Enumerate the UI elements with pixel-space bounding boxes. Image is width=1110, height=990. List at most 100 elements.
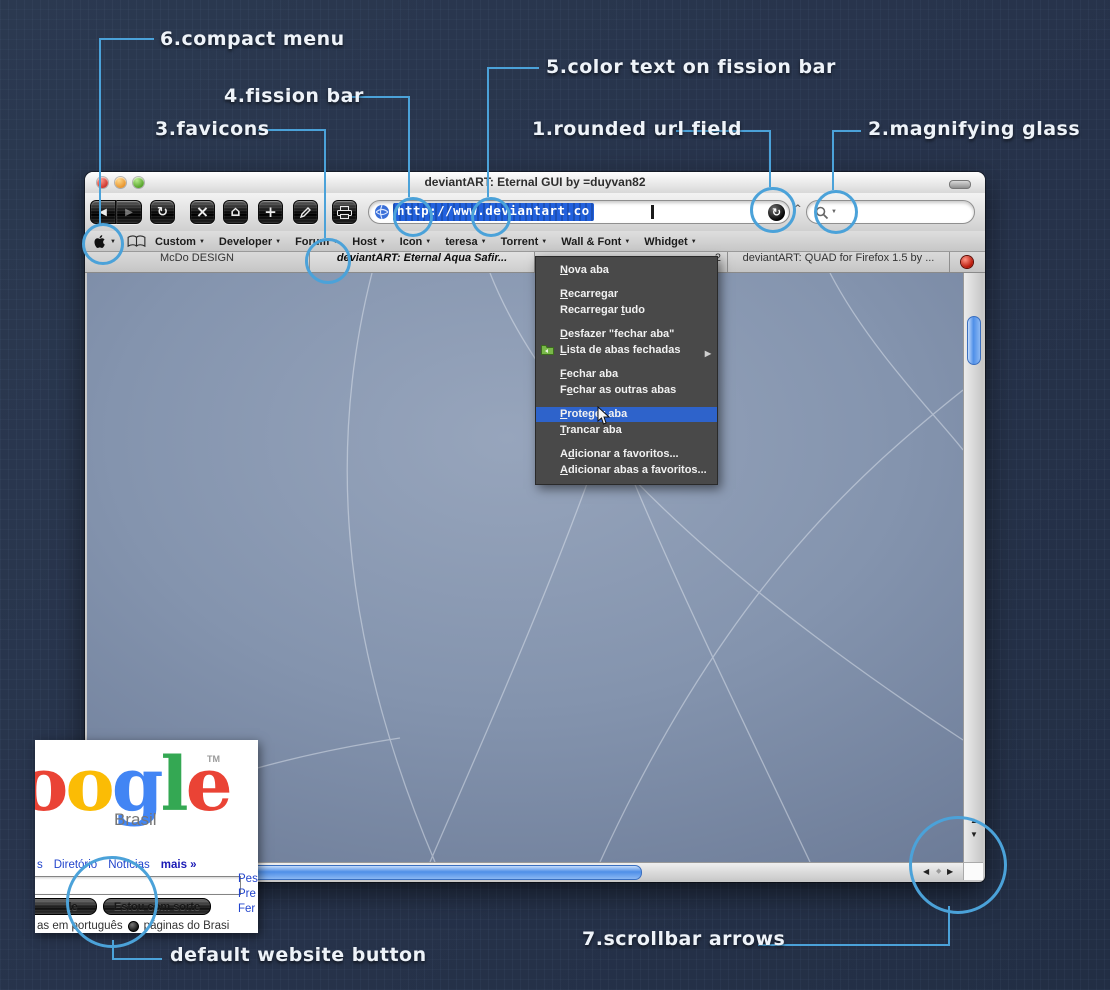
bookmark-torrent[interactable]: Torrent▼ [501,236,548,248]
closed-tabs-folder-icon [541,344,554,356]
chevron-down-icon: ▼ [691,239,697,245]
new-tab-button[interactable]: + [258,200,283,224]
tab-bar-end-box [950,252,985,272]
showcase-stage: 6.compact menu 4.fission bar 3.favicons … [0,0,1110,990]
callout-compact-menu: 6.compact menu [160,28,345,50]
side-link-ferramentas[interactable]: Fer [238,903,255,915]
bookmark-icon-folder[interactable]: Icon▼ [400,236,432,248]
menu-item-proteger-aba-highlighted[interactable]: Proteger aba [536,407,717,422]
menu-item-recarregar-tudo[interactable]: Recarregar tudo [536,303,717,318]
logo-letter: l [160,742,185,828]
tab-label: McDo DESIGN [160,252,234,264]
link-mais[interactable]: mais » [161,859,197,871]
vertical-scrollbar[interactable]: ▲ ▼ [963,273,983,862]
forward-button[interactable]: ▶ [116,200,142,224]
stop-button[interactable]: × [190,200,215,224]
bookmark-wall-font[interactable]: Wall & Font▼ [561,236,630,248]
bookmark-developer[interactable]: Developer▼ [219,236,281,248]
callout-rounded-url: 1.rounded url field [532,118,742,140]
side-link-preferencias[interactable]: Pre [238,888,256,900]
chevron-down-icon: ▼ [425,239,431,245]
callout-line [758,944,950,946]
callout-line [100,38,154,40]
callout-circle-color-text [471,197,511,237]
print-button[interactable] [332,200,357,224]
bookmark-label: Torrent [501,236,539,248]
chevron-down-icon: ▼ [624,239,630,245]
edit-button[interactable] [293,200,318,224]
callout-line [408,96,410,197]
logo-letter: o [65,742,111,828]
title-bar[interactable]: deviantART: Eternal GUI by =duyvan82 [85,172,985,193]
callout-circle-favicons [305,238,351,284]
logo-letter: o [35,742,65,828]
callout-line [324,129,326,238]
brasil-label: Brasil [114,810,157,830]
mouse-cursor [597,406,611,426]
callout-circle-magnifying-glass [814,190,858,234]
callout-circle-fission-bar [393,197,433,237]
plus-icon: + [264,203,277,221]
text-caret [651,205,654,219]
bookmark-whidget[interactable]: Whidget ▼ [644,236,696,248]
side-link-pesquisa[interactable]: Pes [238,873,258,885]
callout-line [769,130,771,187]
callout-favicons: 3.favicons [155,118,270,140]
toolbar-toggle-lozenge[interactable] [949,180,971,189]
bookmark-custom[interactable]: Custom▼ [155,236,205,248]
submenu-arrow-icon: ▶ [705,346,711,361]
home-button[interactable]: ⌂ [223,200,248,224]
chevron-down-icon: ▼ [481,239,487,245]
menu-item-fechar-outras-abas[interactable]: Fechar as outras abas [536,383,717,398]
menu-item-desfazer-fechar-aba[interactable]: Desfazer "fechar aba" [536,327,717,342]
bookmark-label: Icon [400,236,423,248]
bookmark-items: Custom▼ Developer▼ Forum▼ Host▼ Icon▼ te… [155,231,697,252]
callout-magnifying-glass: 2.magnifying glass [868,118,1080,140]
bookmarks-book-icon[interactable] [127,235,146,248]
radio-label-brasil[interactable]: páginas do Brasi [144,920,230,932]
vertical-scroll-thumb[interactable] [967,316,981,365]
callout-line [833,130,861,132]
bookmark-label: Developer [219,236,272,248]
menu-item-adicionar-abas-favoritos[interactable]: Adicionar abas a favoritos... [536,463,717,478]
menu-item-trancar-aba[interactable]: Trancar aba [536,423,717,438]
menu-item-adicionar-favoritos[interactable]: Adicionar a favoritos... [536,447,717,462]
trademark-label: TM [207,754,220,764]
bookmark-label: Wall & Font [561,236,621,248]
tab-context-menu: Nova aba Recarregar Recarregar tudo Desf… [535,256,718,485]
callout-circle-default-website [66,856,158,948]
callout-line [99,38,101,224]
tab-label: deviantART: Eternal Aqua Safir... [337,252,507,264]
chevron-down-icon: ▼ [199,239,205,245]
forward-icon: ▶ [125,207,133,218]
reload-icon: ↻ [157,205,168,220]
close-tab-red-icon[interactable] [961,256,973,268]
menu-item-nova-aba[interactable]: Nova aba [536,263,717,278]
chevron-down-icon: ▼ [541,239,547,245]
bookmark-label: Custom [155,236,196,248]
bookmark-host[interactable]: Host▼ [352,236,385,248]
callout-line [487,67,489,197]
pencil-icon [299,206,312,219]
callout-color-text: 5.color text on fission bar [546,56,836,78]
menu-item-fechar-aba[interactable]: Fechar aba [536,367,717,382]
bookmark-label: Host [352,236,376,248]
bookmark-teresa[interactable]: teresa ▼ [445,236,486,248]
callout-line [487,67,539,69]
menu-item-recarregar[interactable]: Recarregar [536,287,717,302]
stop-icon: × [196,202,209,221]
callout-line [832,130,834,190]
printer-icon [337,206,352,219]
link-fragment[interactable]: s [37,859,43,871]
callout-circle-compact-menu [82,223,124,265]
menu-item-lista-abas-fechadas[interactable]: Lista de abas fechadas ▶ [536,343,717,358]
tab-quad-firefox[interactable]: deviantART: QUAD for Firefox 1.5 by ... [728,252,950,272]
bookmark-label: teresa [445,236,477,248]
bookmark-label: Whidget [644,236,687,248]
reload-button[interactable]: ↻ [150,200,175,224]
callout-default-website: default website button [170,944,427,966]
back-button[interactable]: ◀ [90,200,116,224]
bookmarks-toolbar: ▼ Custom▼ Developer▼ Forum▼ Host▼ Icon▼ … [85,231,985,252]
window-title: deviantART: Eternal GUI by =duyvan82 [85,175,985,189]
callout-fission-bar: 4.fission bar [224,85,364,107]
